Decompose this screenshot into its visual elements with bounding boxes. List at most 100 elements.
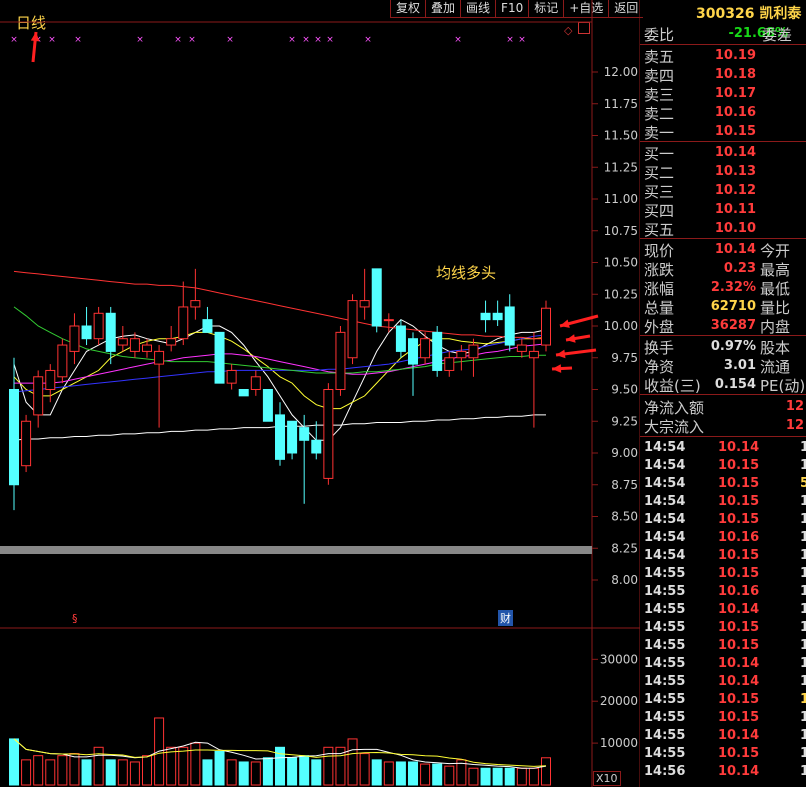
volume-bar	[57, 755, 68, 786]
volume-bar	[323, 746, 334, 786]
tick-price: 10.15	[718, 620, 760, 635]
stat-label: 外盘	[644, 318, 675, 336]
tick-volume: 1	[800, 620, 806, 635]
stock-code-name: 300326 凯利泰	[696, 6, 802, 22]
price-tick-label: 8.25	[611, 541, 638, 555]
quote-panel: 委比 -21.68% 委差 卖五 10.19 卖四 10.18 卖三 10.17 卖二 10.16 卖…	[640, 22, 806, 787]
bid-label: 买一	[644, 145, 675, 163]
tick-volume: 1	[800, 638, 806, 653]
tick-price: 10.15	[718, 566, 760, 581]
volume-tick-label: 10000	[600, 736, 638, 750]
stat2-label: 净资	[644, 358, 675, 376]
volume-bar	[383, 761, 394, 786]
candle-body	[117, 338, 128, 346]
stat-right-label: 最低	[760, 280, 791, 298]
bid-price: 10.14	[714, 145, 756, 160]
volume-bar	[202, 759, 213, 786]
tick-price: 10.15	[718, 638, 760, 653]
stat-value: 62710	[710, 299, 756, 314]
flow-value: 12	[785, 399, 804, 414]
bid-price: 10.12	[714, 183, 756, 198]
stat-value: 0.23	[723, 261, 756, 276]
volume-bar	[33, 755, 44, 786]
volume-bar	[395, 761, 406, 786]
event-mark: ×	[226, 35, 234, 45]
stat-value: 10.14	[714, 242, 756, 257]
panel-divider	[640, 141, 806, 142]
candle-body	[480, 312, 491, 321]
arrow-4	[551, 364, 573, 373]
candle-body	[262, 389, 273, 422]
tick-volume: 1	[800, 584, 806, 599]
tick-time: 14:54	[644, 530, 686, 545]
candle-body	[299, 427, 310, 441]
candle-body	[154, 350, 165, 365]
candle-body	[323, 389, 334, 479]
price-chart[interactable]: 30000 20000 10000 12.00 11.75 11.50 11.25 11.0…	[0, 0, 640, 787]
price-tick-label: 8.50	[611, 510, 638, 524]
stat-label: 总量	[644, 299, 675, 317]
stat2-value: 0.154	[714, 377, 756, 392]
candle-body	[129, 338, 140, 352]
candle-body	[383, 319, 394, 322]
finance-badge[interactable]: 财	[498, 610, 513, 626]
volume-bar	[45, 759, 56, 786]
event-mark: ×	[10, 35, 18, 45]
candle-body	[432, 331, 443, 371]
stat-right-label: 量比	[760, 299, 791, 317]
volume-bars: 30000 20000 10000	[9, 652, 638, 786]
tick-price: 10.15	[718, 512, 760, 527]
candle-body	[105, 312, 116, 352]
tick-price: 10.14	[718, 656, 760, 671]
price-tick-label: 11.00	[604, 192, 638, 206]
tick-time: 14:55	[644, 710, 686, 725]
volume-bar	[311, 759, 322, 786]
bid-price: 10.10	[714, 221, 756, 236]
tick-volume: 1	[800, 674, 806, 689]
bid-label: 买三	[644, 183, 675, 201]
panel-divider	[640, 436, 806, 437]
volume-bar	[9, 738, 19, 786]
volume-bar	[93, 746, 104, 786]
volume-bar	[468, 767, 479, 786]
event-mark: ×	[288, 35, 296, 45]
candle-body	[516, 344, 527, 352]
tick-time: 14:55	[644, 638, 686, 653]
candle-body	[45, 369, 56, 391]
volume-bar	[347, 738, 358, 786]
tick-price: 10.15	[718, 548, 760, 563]
volume-bar	[166, 746, 177, 786]
event-mark: ×	[314, 35, 322, 45]
tick-price: 10.14	[718, 764, 760, 779]
tick-price: 10.14	[718, 674, 760, 689]
stat2-right-label: 股本	[760, 339, 791, 357]
event-mark: ×	[48, 35, 56, 45]
tick-volume: 1	[800, 512, 806, 527]
volume-bar	[287, 757, 298, 786]
candle-body	[142, 344, 152, 352]
tick-price: 10.15	[718, 692, 760, 707]
price-tick-label: 8.00	[611, 573, 638, 587]
stat-right-label: 最高	[760, 261, 791, 279]
ask-price: 10.19	[714, 48, 756, 63]
tick-volume: 1	[800, 494, 806, 509]
event-badge[interactable]: §	[72, 612, 78, 625]
candle-body	[250, 376, 261, 390]
volume-bar	[250, 761, 261, 786]
candle-body	[541, 307, 551, 346]
arrow-head	[552, 364, 562, 373]
weicha-label: 委差	[762, 26, 793, 44]
candle-body	[468, 344, 479, 359]
candle-body	[444, 357, 455, 371]
tick-volume: 1	[800, 566, 806, 581]
tick-price: 10.15	[718, 494, 760, 509]
candle-body	[408, 338, 418, 365]
candle-body	[166, 338, 177, 346]
tick-time: 14:54	[644, 548, 686, 563]
bid-label: 买二	[644, 164, 675, 182]
tick-price: 10.14	[718, 440, 760, 455]
tick-time: 14:55	[644, 728, 686, 743]
candle-body	[57, 344, 68, 378]
ask-price: 10.15	[714, 124, 756, 139]
tick-time: 14:55	[644, 674, 686, 689]
